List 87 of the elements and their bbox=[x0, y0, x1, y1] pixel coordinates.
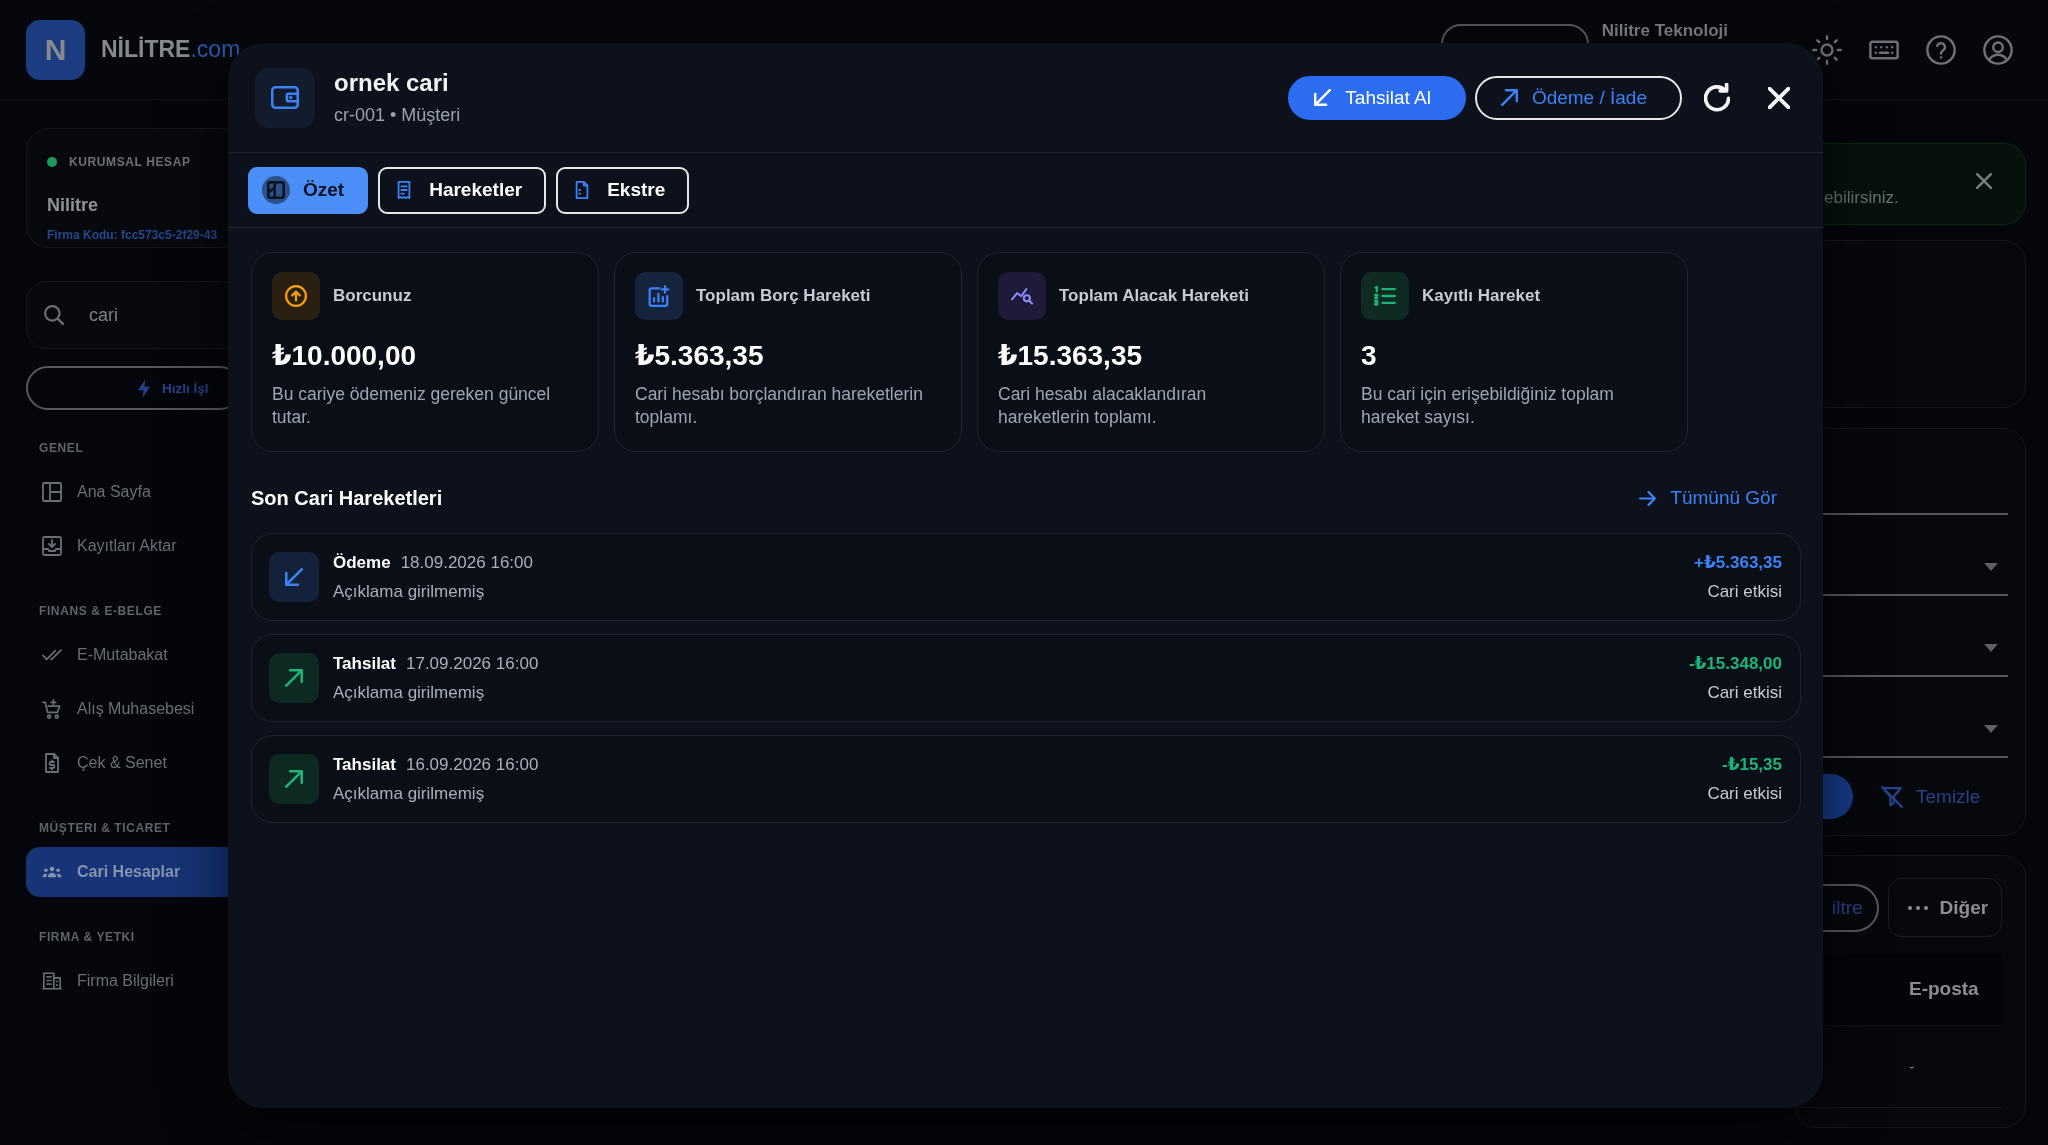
transaction-amount: -₺15,35 bbox=[1720, 753, 1782, 776]
dialog-subtitle: cr-001 • Müşteri bbox=[334, 104, 461, 127]
see-all-link[interactable]: Tümünü Gör bbox=[1639, 487, 1777, 509]
stat-label: Toplam Borç Hareketi bbox=[696, 286, 871, 306]
user-icon[interactable] bbox=[1983, 34, 2013, 65]
column-header: E-posta bbox=[1909, 978, 1979, 1000]
filter-off-icon bbox=[1881, 785, 1903, 808]
stat-value: ₺10.000,00 bbox=[272, 339, 418, 373]
section-title: Son Cari Hareketleri bbox=[251, 486, 443, 510]
transaction-row[interactable]: Tahsilat 16.09.2026 16:00 Açıklama girilmemiş -₺15,35 Cari etkisi bbox=[251, 735, 1801, 823]
section-heading: FIRMA & YETKI bbox=[38, 929, 136, 945]
caret-down-icon bbox=[1984, 644, 1998, 652]
dashboard-icon bbox=[262, 176, 290, 204]
sidebar-item[interactable]: Firma Bilgileri bbox=[26, 956, 242, 1006]
notice-text: ebilirsiniz. bbox=[1824, 188, 1900, 208]
brand-name: NİLİTRE.com bbox=[101, 36, 241, 63]
collect-button[interactable]: Tahsilat Al bbox=[1288, 75, 1466, 120]
stat-value: ₺15.363,35 bbox=[998, 339, 1144, 373]
section-heading: MÜŞTERI & TICARET bbox=[38, 820, 172, 836]
account-name: Nilitre bbox=[47, 194, 99, 216]
transaction-row[interactable]: Tahsilat 17.09.2026 16:00 Açıklama girilmemiş -₺15.348,00 Cari etkisi bbox=[251, 634, 1801, 722]
stat-description: Bu cariye ödemeniz gereken güncel tutar. bbox=[272, 383, 552, 429]
lightning-icon bbox=[138, 378, 150, 398]
transaction-date: 18.09.2026 16:00 bbox=[400, 551, 533, 574]
transaction-date: 16.09.2026 16:00 bbox=[406, 753, 539, 776]
tab[interactable]: Ekstre bbox=[556, 166, 690, 214]
transaction-note: Açıklama girilmemiş bbox=[333, 681, 486, 704]
status-dot-icon bbox=[47, 157, 57, 167]
download-icon bbox=[42, 536, 62, 556]
amount-caption: Cari etkisi bbox=[1707, 782, 1782, 805]
wallet-icon bbox=[255, 67, 315, 128]
sidebar-item[interactable]: Ana Sayfa bbox=[26, 467, 242, 517]
stat-description: Cari hesabı alacaklandıran hareketlerin toplamı. bbox=[998, 383, 1208, 429]
search-icon bbox=[44, 305, 64, 325]
transaction-note: Açıklama girilmemiş bbox=[333, 782, 486, 805]
layout-icon bbox=[42, 482, 62, 502]
transaction-type: Ödeme bbox=[333, 551, 391, 574]
more-button[interactable]: Diğer bbox=[1887, 878, 2002, 937]
transaction-type: Tahsilat bbox=[333, 753, 396, 776]
table-cell: - bbox=[1909, 1056, 1915, 1077]
transaction-date: 17.09.2026 16:00 bbox=[406, 652, 539, 675]
logo-tile: N bbox=[26, 19, 85, 80]
caret-down-icon bbox=[1984, 725, 1998, 733]
help-icon[interactable] bbox=[1926, 34, 1956, 65]
arrow-up-right-icon bbox=[1500, 89, 1518, 106]
stat-label: Toplam Alacak Hareketi bbox=[1059, 286, 1249, 306]
amount-caption: Cari etkisi bbox=[1706, 580, 1782, 603]
more-dots-icon bbox=[1907, 905, 1928, 910]
arrow-down-left-icon bbox=[269, 552, 319, 602]
transaction-note: Açıklama girilmemiş bbox=[333, 580, 486, 603]
chart-search-icon bbox=[998, 272, 1046, 320]
stat-description: Bu cari için erişebildiğiniz toplam hareket sayısı. bbox=[1361, 383, 1615, 429]
stat-value: 3 bbox=[1361, 339, 1378, 373]
refresh-icon[interactable] bbox=[1704, 83, 1730, 112]
caret-down-icon bbox=[1984, 563, 1998, 571]
section-heading: GENEL bbox=[38, 440, 85, 456]
dialog-title: ornek cari bbox=[334, 68, 450, 98]
company-name: Nilitre Teknoloji bbox=[1601, 22, 1728, 40]
transaction-type: Tahsilat bbox=[333, 652, 396, 675]
amount-caption: Cari etkisi bbox=[1706, 681, 1782, 704]
bar-chart-icon bbox=[635, 272, 683, 320]
tab[interactable]: Özet bbox=[248, 166, 369, 214]
transaction-amount: +₺5.363,35 bbox=[1694, 551, 1782, 574]
arrow-up-right-icon bbox=[269, 653, 319, 703]
arrow-down-left-icon bbox=[1314, 89, 1332, 106]
account-type-label: KURUMSAL HESAP bbox=[69, 155, 191, 169]
sidebar-item[interactable]: Alış Muhasebesi bbox=[26, 684, 242, 734]
section-heading: FINANS & E-BELGE bbox=[38, 603, 163, 619]
company-code: Firma Kodu: fcc573c5-2f29-43 bbox=[47, 227, 219, 243]
payment-button[interactable]: Ödeme / İade bbox=[1474, 75, 1682, 120]
stat-value: ₺5.363,35 bbox=[635, 339, 765, 373]
transaction-row[interactable]: Ödeme 18.09.2026 16:00 Açıklama girilmemiş +₺5.363,35 Cari etkisi bbox=[251, 533, 1801, 621]
building-icon bbox=[42, 971, 62, 991]
numbered-list-icon bbox=[1361, 272, 1409, 320]
document-dollar-icon bbox=[42, 753, 62, 773]
sidebar-item[interactable]: Çek & Senet bbox=[26, 738, 242, 788]
arrow-right-icon bbox=[1639, 490, 1657, 506]
sidebar-item[interactable]: Kayıtları Aktar bbox=[26, 521, 242, 571]
cart-icon bbox=[42, 699, 62, 719]
stat-label: Borcunuz bbox=[333, 286, 412, 306]
sidebar-item[interactable]: E-Mutabakat bbox=[26, 630, 242, 680]
transaction-amount: -₺15.348,00 bbox=[1688, 652, 1782, 675]
stat-description: Cari hesabı borçlandıran hareketlerin toplamı. bbox=[635, 383, 924, 429]
stat-label: Kayıtlı Hareket bbox=[1422, 286, 1541, 306]
sun-icon[interactable] bbox=[1812, 34, 1842, 65]
arrow-up-right-icon bbox=[269, 754, 319, 804]
tab[interactable]: Hareketler bbox=[378, 166, 547, 214]
